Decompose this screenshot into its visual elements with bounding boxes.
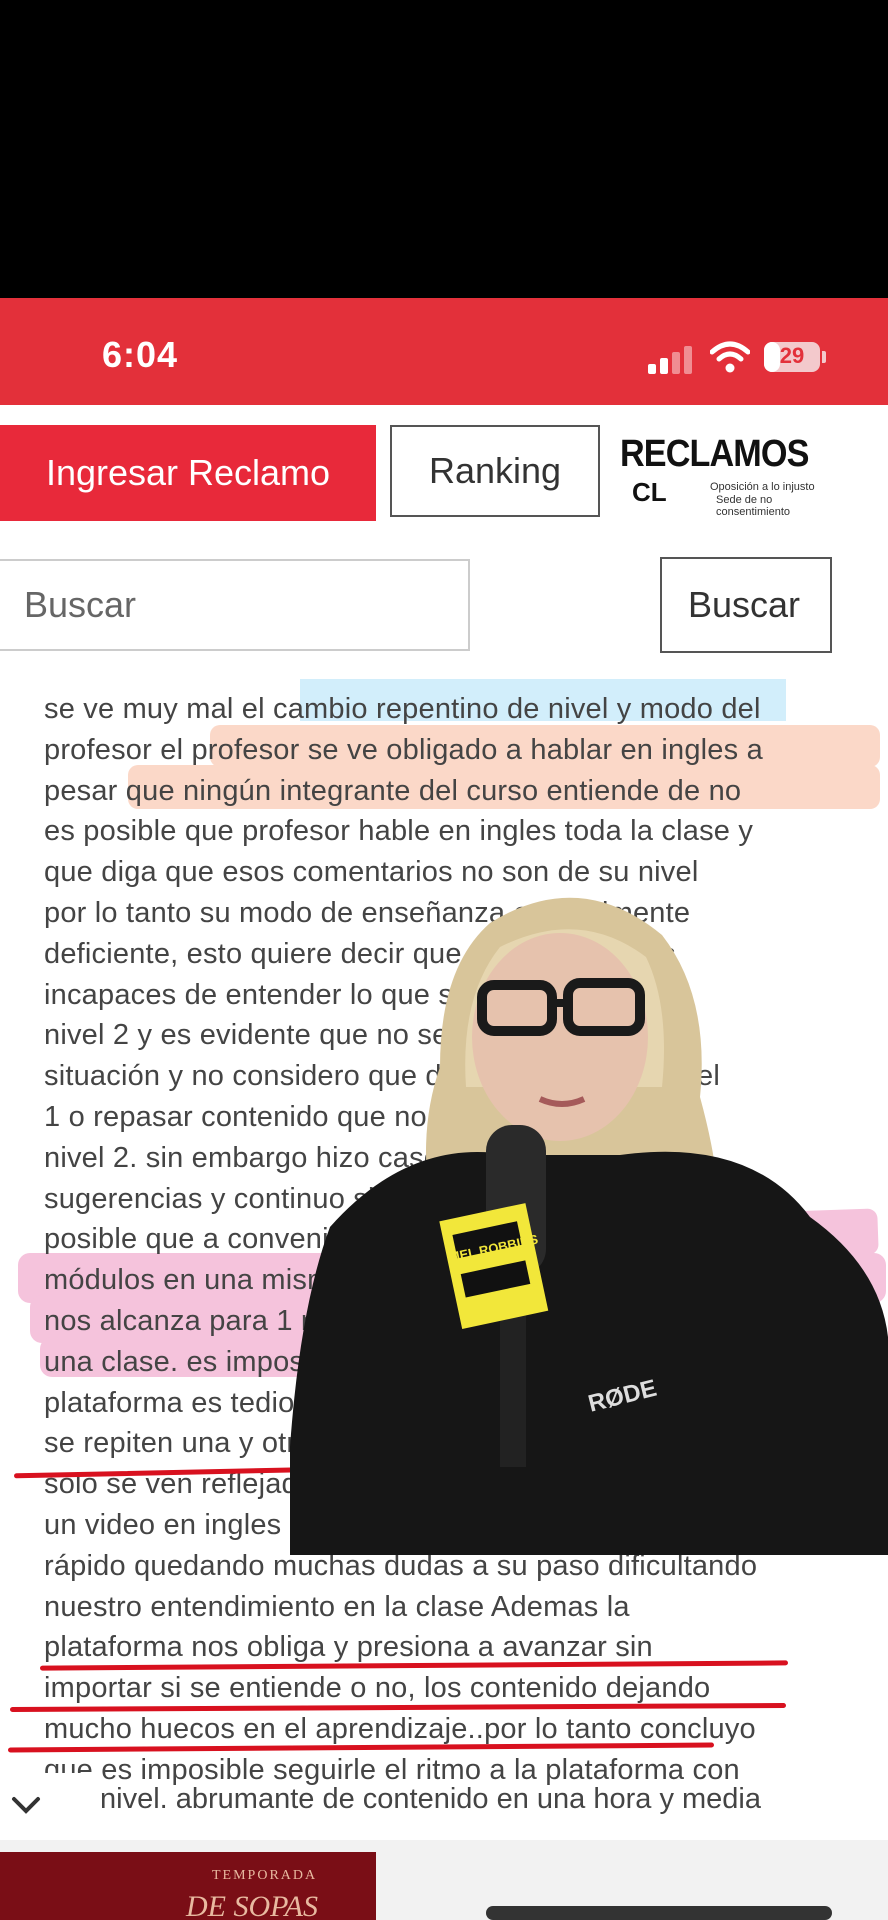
battery-nub: [822, 351, 826, 363]
cellular-signal-icon: [648, 346, 692, 374]
logo-suffix: CL: [632, 477, 667, 507]
video-letterbox-top: [0, 0, 888, 298]
status-bar: 6:04 29: [0, 298, 888, 405]
reclamos-logo[interactable]: RECLAMOS CL Oposición a lo injusto Sede …: [618, 433, 818, 523]
chevron-down-icon: [12, 1797, 40, 1814]
complaint-line: nuestro entendimiento en la clase Ademas…: [44, 1590, 630, 1623]
promo-banner[interactable]: TEMPORADA DE SOPAS: [0, 1852, 376, 1920]
status-time: 6:04: [102, 334, 179, 375]
wifi-icon: [710, 341, 750, 373]
logo-title: RECLAMOS: [620, 433, 809, 475]
search-input[interactable]: Buscar: [0, 559, 470, 651]
complaint-last-line: nivel. abrumante de contenido en una hor…: [100, 1783, 761, 1815]
search-button[interactable]: Buscar: [660, 557, 832, 653]
promo-line-1: TEMPORADA: [212, 1868, 318, 1883]
home-indicator[interactable]: [486, 1906, 832, 1920]
logo-tagline-2: Sede de no consentimiento: [716, 494, 790, 518]
bottom-banner-area: TEMPORADA DE SOPAS: [0, 1840, 888, 1920]
logo-tagline-1: Oposición a lo injusto: [710, 481, 815, 493]
ranking-button[interactable]: Ranking: [390, 425, 600, 517]
battery-icon: 29: [764, 342, 820, 372]
complaint-line: es posible que profesor hable en ingles …: [44, 815, 754, 848]
video-overlay-person: RØDE MEL ROBBINS: [290, 897, 888, 1555]
web-page: Ingresar Reclamo Ranking RECLAMOS CL Opo…: [0, 405, 888, 1840]
complaint-line: pesar que ningún integrante del curso en…: [44, 774, 742, 807]
ingresar-reclamo-button[interactable]: Ingresar Reclamo: [0, 425, 376, 521]
battery-level: 29: [779, 343, 805, 368]
complaint-line: se ve muy mal el cambio repentino de niv…: [44, 693, 761, 725]
promo-line-2: DE SOPAS: [186, 1890, 318, 1920]
collapse-chevron-button[interactable]: [0, 1773, 96, 1840]
complaint-line: profesor el profesor se ve obligado a ha…: [44, 733, 763, 766]
